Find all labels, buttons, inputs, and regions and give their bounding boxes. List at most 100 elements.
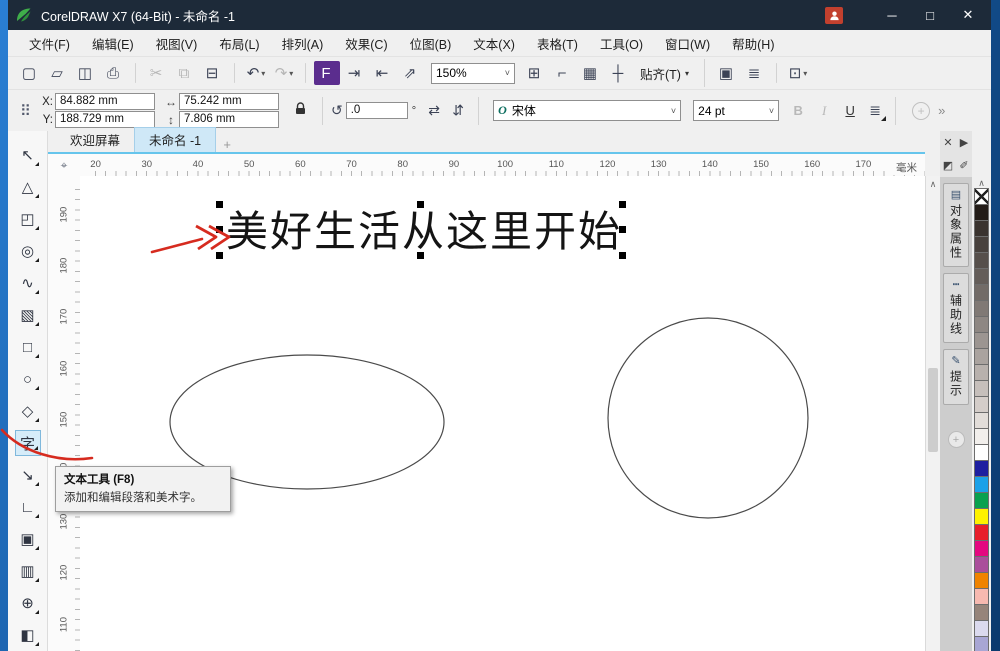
more-options-icon[interactable]: »: [938, 103, 945, 118]
snap-to-button[interactable]: 贴齐(T) ▾: [633, 61, 696, 86]
color-swatch[interactable]: [974, 268, 989, 285]
color-swatch[interactable]: [974, 636, 989, 651]
toolbox-tool[interactable]: ∿: [15, 267, 41, 299]
color-swatch[interactable]: [974, 476, 989, 493]
zoom-level-combo[interactable]: 150% ˅: [431, 63, 515, 84]
toolbox-tool[interactable]: ◰: [15, 203, 41, 235]
scrollbar-thumb[interactable]: [928, 368, 938, 452]
color-swatch[interactable]: [974, 556, 989, 573]
document-tab[interactable]: 欢迎屏幕: [56, 128, 134, 152]
rotation-field[interactable]: .0: [346, 102, 408, 119]
color-swatch[interactable]: [974, 396, 989, 413]
toolbar-icon[interactable]: ▢: [17, 61, 43, 85]
color-swatch[interactable]: [974, 588, 989, 605]
color-swatch[interactable]: [974, 300, 989, 317]
artistic-text-object[interactable]: 美好生活从这里开始: [226, 207, 622, 256]
color-swatch[interactable]: [974, 348, 989, 365]
toolbox-tool[interactable]: ◎: [15, 235, 41, 267]
color-swatch[interactable]: [974, 380, 989, 397]
document-tab[interactable]: 未命名 -1: [134, 127, 216, 152]
color-swatch[interactable]: [974, 204, 989, 221]
canvas-vertical-scrollbar[interactable]: ∧: [925, 176, 940, 651]
toolbar-icon[interactable]: ⊟: [200, 61, 226, 85]
y-position-field[interactable]: 188.729 mm: [55, 111, 155, 128]
color-swatch[interactable]: [974, 188, 989, 205]
menu-item[interactable]: 效果(C): [334, 30, 398, 57]
toolbar-icon[interactable]: ⇥: [342, 61, 368, 85]
menu-item[interactable]: 表格(T): [526, 30, 589, 57]
maximize-button[interactable]: □: [913, 3, 947, 27]
toolbar-icon[interactable]: ⧉: [172, 61, 198, 85]
mirror-vertical-icon[interactable]: ⇵: [446, 100, 470, 122]
toolbar-icon[interactable]: ◫: [73, 61, 99, 85]
docker-tab[interactable]: ▤ 对象属性: [943, 183, 969, 267]
toolbar-icon[interactable]: ↷▾: [271, 61, 297, 85]
color-swatch[interactable]: [974, 524, 989, 541]
toolbar-icon[interactable]: [305, 63, 306, 83]
horizontal-ruler[interactable]: 2030405060708090100110120130140150160170…: [80, 152, 925, 176]
toolbar-icon[interactable]: ⇗: [398, 61, 424, 85]
color-swatch[interactable]: [974, 492, 989, 509]
height-field[interactable]: 7.806 mm: [179, 111, 279, 128]
menu-item[interactable]: 工具(O): [589, 30, 654, 57]
text-alignment-button[interactable]: ≣: [863, 100, 887, 122]
toolbar-icon[interactable]: ┼: [606, 61, 632, 85]
toolbox-tool[interactable]: ▧: [15, 299, 41, 331]
width-field[interactable]: 75.242 mm: [179, 93, 279, 110]
toolbox-tool[interactable]: △: [15, 171, 41, 203]
color-swatch[interactable]: [974, 620, 989, 637]
menu-item[interactable]: 编辑(E): [81, 30, 145, 57]
italic-button[interactable]: I: [813, 100, 835, 122]
color-swatch[interactable]: [974, 332, 989, 349]
toolbar-icon[interactable]: ⊞: [522, 61, 548, 85]
menu-item[interactable]: 窗口(W): [654, 30, 721, 57]
circle-shape[interactable]: [608, 318, 808, 518]
color-swatch[interactable]: [974, 252, 989, 269]
ruler-origin-button[interactable]: ⌖: [48, 152, 80, 176]
docker-eyedropper-icon[interactable]: ✐: [959, 159, 968, 172]
toolbar-icon[interactable]: ↶▾: [243, 61, 269, 85]
color-swatch[interactable]: [974, 364, 989, 381]
docker-tab[interactable]: ┅ 辅助线: [943, 273, 969, 343]
toolbox-tool[interactable]: ↘: [15, 459, 41, 491]
color-swatch[interactable]: [974, 460, 989, 477]
toolbox-tool[interactable]: ⊕: [15, 587, 41, 619]
toolbar-icon[interactable]: ▦: [578, 61, 604, 85]
menu-item[interactable]: 布局(L): [208, 30, 270, 57]
close-button[interactable]: ✕: [951, 3, 985, 27]
font-size-combo[interactable]: 24 pt ˅: [693, 100, 779, 121]
toolbox-tool[interactable]: ▣: [15, 523, 41, 555]
menu-item[interactable]: 文件(F): [18, 30, 81, 57]
toolbar-icon[interactable]: ≣: [742, 61, 768, 85]
toolbar-icon[interactable]: ▣: [714, 61, 740, 85]
toolbox-tool[interactable]: ↖: [15, 139, 41, 171]
toolbox-tool[interactable]: ○: [15, 363, 41, 395]
menu-item[interactable]: 排列(A): [271, 30, 335, 57]
toolbar-icon[interactable]: [135, 63, 136, 83]
toolbar-icon[interactable]: [776, 63, 777, 83]
toolbar-icon[interactable]: ▱: [45, 61, 71, 85]
menu-item[interactable]: 位图(B): [399, 30, 463, 57]
toolbar-icon[interactable]: ⇤: [370, 61, 396, 85]
color-swatch[interactable]: [974, 540, 989, 557]
font-family-combo[interactable]: O 宋体 ˅: [493, 100, 681, 121]
toolbox-tool[interactable]: ▥: [15, 555, 41, 587]
toolbox-tool[interactable]: □: [15, 331, 41, 363]
toolbox-tool[interactable]: ◧: [15, 619, 41, 651]
menu-item[interactable]: 文本(X): [462, 30, 526, 57]
toolbar-icon[interactable]: ⌐: [550, 61, 576, 85]
menu-item[interactable]: 帮助(H): [721, 30, 785, 57]
color-swatch[interactable]: [974, 284, 989, 301]
lock-ratio-icon[interactable]: [295, 102, 306, 120]
toolbox-tool[interactable]: 字: [15, 430, 41, 456]
add-properties-icon[interactable]: +: [912, 102, 930, 120]
underline-button[interactable]: U: [839, 100, 861, 122]
toolbar-icon[interactable]: ✂: [144, 61, 170, 85]
menu-item[interactable]: 视图(V): [145, 30, 209, 57]
docker-palette-icon[interactable]: ◩: [943, 159, 953, 172]
new-document-tab-button[interactable]: +: [216, 137, 238, 152]
toolbar-icon[interactable]: ⊡▾: [785, 61, 811, 85]
drawing-canvas[interactable]: 美好生活从这里开始: [80, 176, 925, 651]
docker-tab[interactable]: ✎ 提示: [943, 349, 969, 405]
toolbox-tool[interactable]: ◇: [15, 395, 41, 427]
